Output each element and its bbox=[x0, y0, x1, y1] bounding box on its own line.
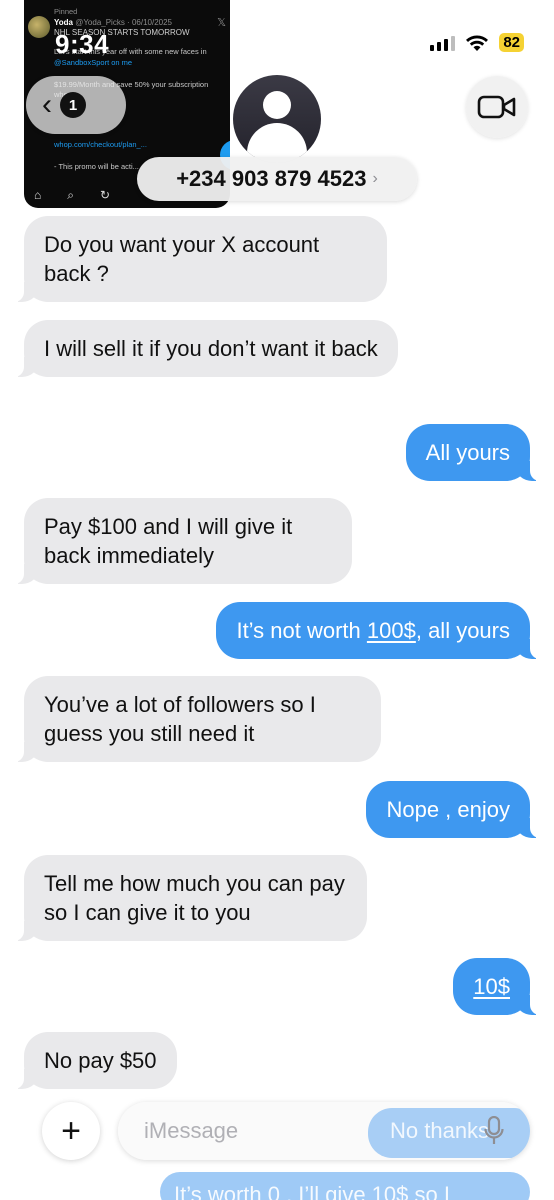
back-button[interactable]: ‹ 1 bbox=[26, 76, 126, 134]
chevron-left-icon: ‹ bbox=[42, 88, 52, 121]
microphone-icon[interactable] bbox=[484, 1116, 504, 1146]
chevron-right-icon: › bbox=[372, 170, 378, 187]
message-text: I will sell it if you don’t want it back bbox=[44, 336, 378, 361]
message-text: Tell me how much you can pay so I can gi… bbox=[44, 871, 345, 925]
message-bubble-outgoing[interactable]: All yours bbox=[405, 424, 541, 481]
message-input-placeholder: iMessage bbox=[144, 1118, 239, 1143]
message-bubble-incoming[interactable]: No pay $50 bbox=[14, 1032, 177, 1089]
message-bubble-incoming[interactable]: Pay $100 and I will give it back immedia… bbox=[14, 498, 352, 584]
detected-amount-link[interactable]: 10$ bbox=[473, 974, 510, 999]
tweet-link[interactable]: whop.com/checkout/plan_... bbox=[54, 140, 147, 149]
add-attachment-button[interactable]: + bbox=[42, 1102, 100, 1160]
unread-count-badge: 1 bbox=[60, 92, 86, 118]
contact-name-pill[interactable]: +234 903 879 4523 › bbox=[137, 157, 417, 201]
message-bubble-outgoing[interactable]: 10$ bbox=[453, 958, 540, 1015]
wifi-icon bbox=[466, 34, 489, 51]
x-logo-icon: 𝕏 bbox=[217, 17, 226, 29]
search-icon[interactable]: ⌕ bbox=[67, 188, 74, 203]
author-handle: @Yoda_Picks · 06/10/2025 bbox=[75, 18, 172, 27]
contact-number: +234 903 879 4523 bbox=[176, 166, 367, 191]
message-input[interactable]: No thanks iMessage bbox=[118, 1102, 530, 1160]
message-text-part: It’s not worth bbox=[236, 618, 367, 643]
message-bubble-outgoing-partial: It’s worth 0 , I’ll give 10$ so I bbox=[160, 1172, 530, 1200]
message-text: Nope , enjoy bbox=[386, 797, 510, 822]
underlying-bubble-text: No thanks bbox=[390, 1118, 490, 1143]
tweet-promo: - This promo will be acti... bbox=[54, 162, 139, 171]
message-bubble-incoming[interactable]: Tell me how much you can pay so I can gi… bbox=[14, 855, 367, 941]
message-text: Do you want your X account back ? bbox=[44, 232, 320, 286]
message-text: All yours bbox=[425, 440, 510, 465]
message-text: It’s worth 0 , I’ll give 10$ so I bbox=[174, 1182, 450, 1200]
plus-icon: + bbox=[61, 1111, 81, 1150]
contact-avatar[interactable] bbox=[233, 75, 321, 163]
message-text: No pay $50 bbox=[44, 1048, 157, 1073]
message-bubble-incoming[interactable]: You’ve a lot of followers so I guess you… bbox=[14, 676, 381, 762]
message-bubble-incoming[interactable]: I will sell it if you don’t want it back bbox=[14, 320, 398, 377]
author-name: Yoda bbox=[54, 18, 73, 27]
cellular-signal-icon bbox=[430, 35, 456, 51]
detected-amount-link[interactable]: 100$ bbox=[367, 618, 416, 643]
message-bubble-outgoing[interactable]: Nope , enjoy bbox=[366, 781, 540, 838]
status-bar: 82 bbox=[430, 33, 524, 52]
message-text: You’ve a lot of followers so I guess you… bbox=[44, 692, 316, 746]
status-time: 9:34 bbox=[55, 29, 110, 59]
tweet-author: Yoda @Yoda_Picks · 06/10/2025 bbox=[54, 18, 172, 27]
facetime-video-button[interactable] bbox=[466, 76, 528, 138]
message-text-part: , all yours bbox=[415, 618, 510, 643]
home-icon[interactable]: ⌂ bbox=[34, 188, 41, 202]
battery-indicator: 82 bbox=[499, 33, 524, 52]
message-text: Pay $100 and I will give it back immedia… bbox=[44, 514, 293, 568]
message-bubble-outgoing[interactable]: It’s not worth 100$, all yours bbox=[216, 602, 540, 659]
author-avatar bbox=[28, 16, 50, 38]
video-camera-icon bbox=[477, 95, 516, 119]
pinned-label: Pinned bbox=[54, 7, 78, 16]
message-bubble-incoming[interactable]: Do you want your X account back ? bbox=[14, 216, 387, 302]
refresh-icon[interactable]: ↻ bbox=[100, 188, 110, 202]
